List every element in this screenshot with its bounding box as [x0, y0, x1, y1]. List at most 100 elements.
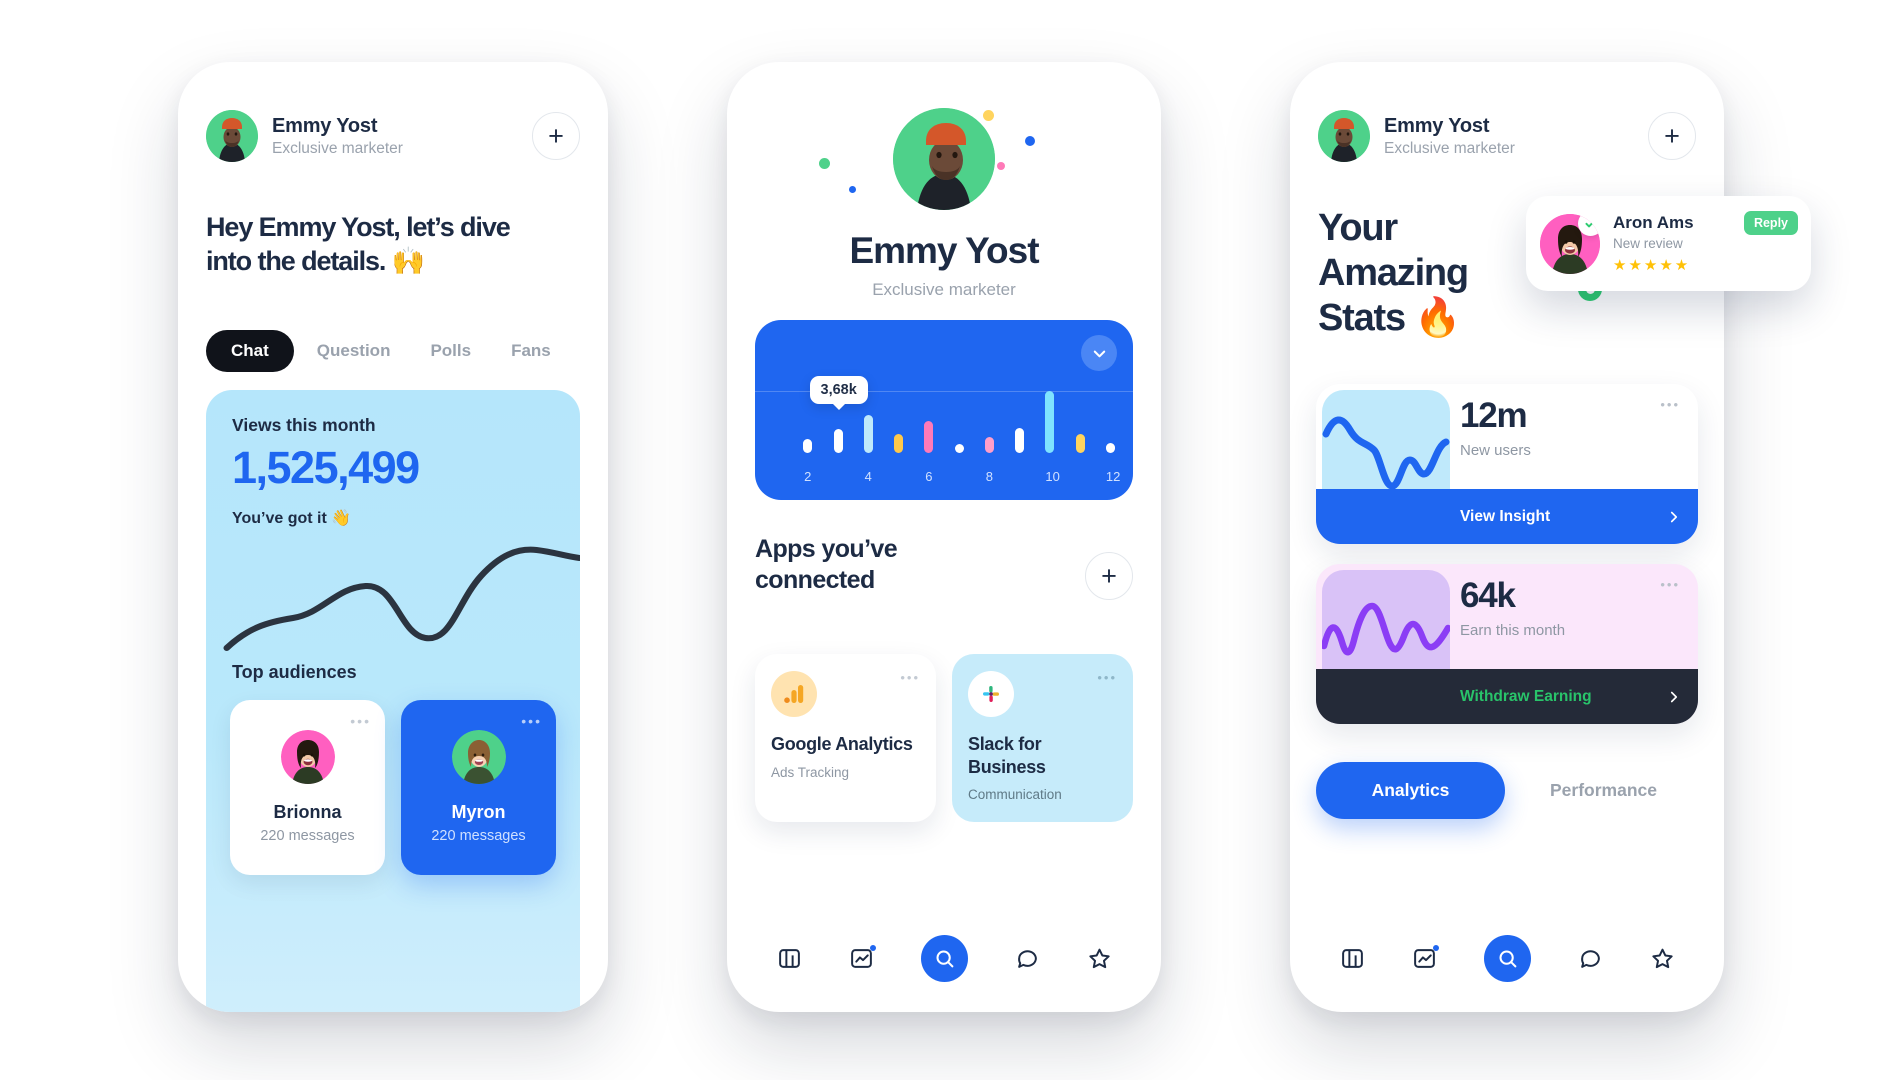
- apps-list: ••• Google Analytics Ads Tracking ••• Sl…: [755, 654, 1133, 823]
- segmented-control: Analytics Performance: [1316, 762, 1698, 819]
- avatar: [280, 730, 335, 784]
- profile-name: Emmy Yost: [1384, 114, 1490, 137]
- stat-body: ••• 12m New users: [1460, 384, 1698, 489]
- tab-chat[interactable]: Chat: [206, 330, 294, 372]
- withdraw-earning-button[interactable]: Withdraw Earning: [1316, 669, 1698, 724]
- audience-name: Brionna: [273, 802, 342, 822]
- bar-chart-card: 3,68k 2 4 6 8 10 12: [755, 320, 1133, 500]
- nav-badge-dot: [1432, 945, 1439, 951]
- nav-favorites[interactable]: [1087, 946, 1112, 971]
- page-title: Hey Emmy Yost, let’s dive into the detai…: [206, 212, 511, 277]
- chart-bar: [924, 420, 934, 453]
- add-app-button[interactable]: +: [1085, 552, 1133, 600]
- stat-card-earnings[interactable]: ••• 64k Earn this month Withdraw Earning: [1316, 564, 1698, 724]
- views-card: Views this month 1,525,499 You’ve got it…: [206, 390, 580, 1012]
- profile-header: Emmy Yost Exclusive marketer +: [1318, 110, 1696, 162]
- page-title: Your Amazing Stats 🔥: [1318, 207, 1469, 339]
- tab-question[interactable]: Question: [300, 330, 408, 372]
- audience-messages: 220 messages: [431, 828, 526, 844]
- profile-name: Emmy Yost: [849, 230, 1039, 271]
- views-label: Views this month: [232, 415, 376, 435]
- app-name: Slack for Business: [968, 734, 1046, 777]
- chart-x-tick: [894, 469, 903, 484]
- app-description: Communication: [968, 787, 1062, 803]
- nav-dashboard[interactable]: [1340, 946, 1365, 971]
- screenshot-stage: Emmy Yost Exclusive marketer + Hey Emmy …: [0, 0, 1900, 1080]
- chart-x-tick: 4: [864, 469, 872, 484]
- audience-list: ••• Brionna 220 messages ••• Myron 220 m…: [230, 700, 556, 875]
- chart-x-tick: 2: [804, 469, 812, 484]
- tab-polls[interactable]: Polls: [413, 330, 488, 372]
- nav-analytics[interactable]: [849, 945, 876, 971]
- apps-title: Apps you’ve connected: [755, 535, 898, 595]
- profile-name: Emmy Yost: [272, 114, 378, 137]
- more-options-icon[interactable]: •••: [1660, 578, 1680, 591]
- chart-bar: [954, 444, 964, 453]
- more-options-icon[interactable]: •••: [521, 714, 542, 728]
- audience-name: Myron: [451, 802, 506, 822]
- bottom-nav: [1290, 935, 1724, 982]
- more-options-icon[interactable]: •••: [1660, 398, 1680, 411]
- withdraw-earning-label: Withdraw Earning: [1460, 687, 1592, 705]
- chart-bars: [773, 391, 1115, 453]
- audience-card-brionna[interactable]: ••• Brionna 220 messages: [230, 700, 385, 875]
- nav-analytics[interactable]: [1412, 945, 1439, 971]
- top-audiences-label: Top audiences: [232, 662, 357, 682]
- profile-role: Exclusive marketer: [272, 139, 403, 157]
- chart-bar: [863, 414, 873, 453]
- avatar: [451, 730, 506, 784]
- avatar: [893, 108, 995, 210]
- stat-value: 64k: [1460, 576, 1516, 615]
- chart-x-tick: 12: [1105, 469, 1121, 484]
- chevron-down-icon[interactable]: [1081, 335, 1117, 371]
- chart-bar: [803, 439, 813, 453]
- chart-x-tick: 6: [925, 469, 933, 484]
- slack-icon: [968, 671, 1014, 717]
- chart-x-tick: 10: [1045, 469, 1060, 484]
- audience-card-myron[interactable]: ••• Myron 220 messages: [401, 700, 556, 875]
- chart-bar: [1015, 428, 1025, 453]
- view-insight-label: View Insight: [1460, 507, 1551, 525]
- chart-bar: [1045, 391, 1055, 453]
- decor-dot-pink: [997, 162, 1005, 170]
- chart-bar: [894, 434, 904, 453]
- tab-analytics[interactable]: Analytics: [1316, 762, 1505, 819]
- profile-role: Exclusive marketer: [872, 280, 1016, 299]
- tab-performance[interactable]: Performance: [1509, 762, 1698, 819]
- chart-x-tick: [773, 469, 782, 484]
- avatar: [1318, 110, 1370, 162]
- stat-card-new-users[interactable]: ••• 12m New users View Insight: [1316, 384, 1698, 544]
- verified-check-icon: [1578, 213, 1600, 236]
- app-description: Ads Tracking: [771, 764, 850, 780]
- add-button[interactable]: +: [1648, 112, 1696, 160]
- more-options-icon[interactable]: •••: [900, 671, 920, 684]
- chart-x-axis: 2 4 6 8 10 12: [773, 469, 1121, 484]
- chart-bar: [984, 436, 994, 453]
- nav-search[interactable]: [920, 935, 968, 982]
- phone-mockup-profile: Emmy Yost Exclusive marketer 3,68k 24681…: [727, 62, 1161, 1012]
- app-name: Google Analytics: [771, 734, 913, 754]
- views-value: 1,525,499: [232, 442, 420, 493]
- decor-dot-yellow: [983, 110, 994, 121]
- nav-chat[interactable]: [1578, 946, 1603, 971]
- chevron-right-icon: [1670, 511, 1678, 522]
- more-options-icon[interactable]: •••: [350, 714, 371, 728]
- notification-toast[interactable]: Aron Ams New review ★★★★★ Reply: [1526, 196, 1811, 291]
- avatar: [206, 110, 258, 162]
- stat-label: Earn this month: [1460, 622, 1566, 639]
- nav-favorites[interactable]: [1650, 946, 1675, 971]
- profile-header: Emmy Yost Exclusive marketer +: [206, 110, 580, 162]
- reply-button[interactable]: Reply: [1743, 211, 1798, 235]
- add-button[interactable]: +: [532, 112, 580, 160]
- nav-dashboard[interactable]: [777, 946, 802, 971]
- more-options-icon[interactable]: •••: [1097, 671, 1117, 684]
- nav-chat[interactable]: [1015, 946, 1040, 971]
- toast-subtitle: New review: [1613, 236, 1683, 251]
- app-card-slack[interactable]: ••• Slack for Business Communication: [952, 654, 1133, 823]
- nav-search[interactable]: [1483, 935, 1531, 982]
- view-insight-button[interactable]: View Insight: [1316, 489, 1698, 544]
- google-analytics-icon: [771, 671, 817, 717]
- chart-x-tick: [955, 469, 964, 484]
- tab-fans[interactable]: Fans: [494, 330, 568, 372]
- app-card-google-analytics[interactable]: ••• Google Analytics Ads Tracking: [755, 654, 936, 823]
